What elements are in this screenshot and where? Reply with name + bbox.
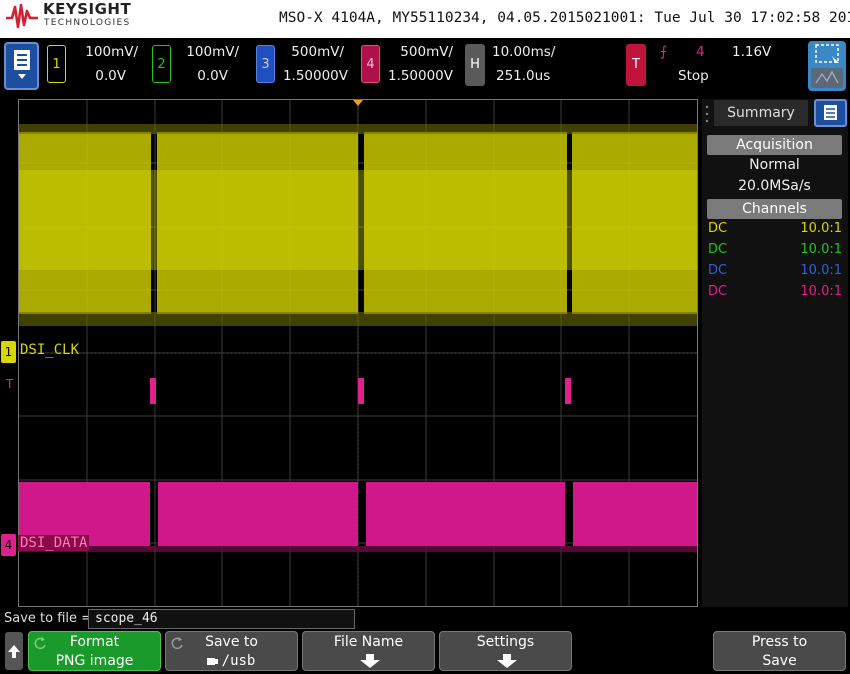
trigger-source: 4 [696, 44, 705, 60]
zoom-box-icon [811, 44, 843, 88]
usb-drive-icon [207, 658, 218, 665]
channel-2-button[interactable]: 2 [152, 45, 171, 83]
filename-field[interactable]: scope_46 [88, 609, 355, 629]
file-name-softkey[interactable]: File Name [302, 631, 435, 671]
channel-4-label: DSI_DATA [18, 535, 90, 551]
save-to-file-label: Save to file = [4, 611, 93, 626]
channel-1-offset: 0.0V [95, 68, 126, 84]
back-button[interactable] [5, 632, 23, 670]
press-to-save-softkey[interactable]: Press to Save [713, 631, 846, 671]
waveform-graticule [19, 100, 697, 606]
settings-softkey-label: Settings [476, 634, 535, 650]
brand-subtitle: TECHNOLOGIES [44, 18, 131, 28]
run-status: Stop [678, 68, 709, 84]
channel-2-scale: 100mV/ [186, 44, 239, 60]
list-icon [824, 105, 837, 120]
title-bar: KEYSIGHT TECHNOLOGIES MSO-X 4104A, MY551… [0, 0, 850, 38]
delay-value: 251.0us [496, 68, 551, 84]
instrument-info: MSO-X 4104A, MY55110234, 04.05.201502100… [279, 10, 850, 26]
waveform-display[interactable] [18, 99, 698, 607]
channel-3-button[interactable]: 3 [256, 45, 275, 83]
down-arrow-icon [497, 654, 517, 668]
channel-2-coupling: DC [708, 242, 728, 257]
trigger-edge-icon: ⨍ [660, 44, 668, 60]
settings-softkey[interactable]: Settings [439, 631, 572, 671]
up-arrow-icon [8, 645, 20, 658]
touch-control-button[interactable] [808, 41, 846, 91]
channel-3-offset: 1.50000V [282, 68, 348, 84]
trigger-level: 1.16V [732, 44, 772, 60]
rotate-icon [34, 637, 46, 650]
channels-heading: Channels [707, 199, 842, 219]
main-menu-button[interactable] [4, 42, 39, 90]
sample-rate: 20.0MSa/s [738, 178, 811, 194]
format-softkey-label: Format [69, 634, 120, 650]
channel-4-probe-ratio: 10.0:1 [800, 284, 842, 299]
channel-2-offset: 0.0V [197, 68, 228, 84]
channel-3-scale: 500mV/ [291, 44, 344, 60]
channel-4-scale: 500mV/ [400, 44, 453, 60]
channel-1-coupling: DC [708, 221, 728, 236]
channel-4-coupling: DC [708, 284, 728, 299]
channel-2-probe-ratio: 10.0:1 [800, 242, 842, 257]
brand-name: KEYSIGHT [43, 0, 132, 18]
trigger-button[interactable]: T [626, 44, 646, 86]
down-arrow-icon [360, 654, 380, 668]
press-to-save-value: Save [762, 653, 797, 669]
channel-1-label: DSI_CLK [20, 342, 80, 358]
channel-4-ground-marker[interactable]: 4 [1, 534, 16, 556]
trigger-level-marker[interactable]: T [6, 377, 13, 391]
panel-grip-icon[interactable] [704, 104, 710, 124]
channel-1-button[interactable]: 1 [47, 45, 66, 83]
format-softkey[interactable]: Format PNG image [28, 631, 161, 671]
channel-1-scale: 100mV/ [85, 44, 138, 60]
side-menu-button[interactable] [814, 99, 847, 127]
channel-4-offset: 1.50000V [387, 68, 453, 84]
format-softkey-value: PNG image [55, 653, 134, 669]
channel-1-probe-ratio: 10.0:1 [800, 221, 842, 236]
menu-list-icon [14, 50, 30, 79]
acquisition-heading: Acquisition [707, 135, 842, 155]
save-to-softkey-value: /usb [221, 653, 256, 669]
save-to-softkey[interactable]: Save to /usb [165, 631, 298, 671]
file-name-softkey-label: File Name [333, 634, 404, 650]
save-to-softkey-label: Save to [205, 634, 258, 650]
tab-summary[interactable]: Summary [714, 100, 808, 126]
horizontal-button[interactable]: H [465, 44, 485, 86]
channel-3-coupling: DC [708, 263, 728, 278]
rotate-icon [171, 637, 183, 650]
channel-4-button[interactable]: 4 [361, 45, 380, 83]
timebase-value: 10.00ms/ [492, 44, 556, 60]
channel-3-probe-ratio: 10.0:1 [800, 263, 842, 278]
trigger-position-marker-icon [353, 100, 363, 106]
press-to-save-label: Press to [751, 634, 808, 650]
acquisition-mode: Normal [749, 157, 800, 173]
channel-1-trace [19, 124, 697, 326]
side-panel [702, 99, 848, 607]
keysight-logo-icon [6, 3, 38, 29]
channel-1-ground-marker[interactable]: 1 [1, 341, 16, 363]
